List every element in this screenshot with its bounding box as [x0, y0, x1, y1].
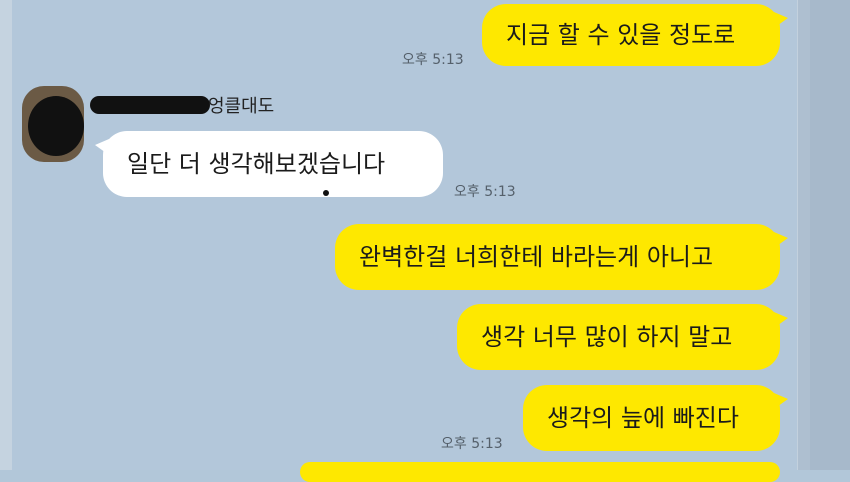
scrollbar[interactable] [797, 0, 810, 470]
message-bubble-mine[interactable]: 완벽한걸 너희한테 바라는게 아니고 [335, 224, 788, 290]
window-edge [0, 0, 12, 470]
message-bubble-mine[interactable]: 생각의 늪에 빠진다 [523, 385, 788, 451]
message-bubble-mine[interactable]: 생각 너무 많이 하지 말고 [457, 304, 788, 370]
sender-name: 엉클대도 [208, 96, 275, 117]
message-bubble-mine[interactable]: 지금 할 수 있을 정도로 [482, 4, 788, 66]
chat-area: 지금 할 수 있을 정도로 오후 5:13 엉클대도 일단 더 생각해보겠습니다… [0, 0, 850, 482]
message-bubble-partial [300, 462, 780, 482]
message-time: 오후 5:13 [402, 52, 464, 68]
message-text: 일단 더 생각해보겠습니다 [127, 150, 386, 178]
name-redaction [90, 96, 210, 114]
message-text: 생각의 늪에 빠진다 [547, 404, 739, 432]
avatar-redaction [28, 96, 84, 156]
avatar[interactable] [22, 86, 84, 162]
message-text: 지금 할 수 있을 정도로 [506, 21, 736, 49]
message-text: 생각 너무 많이 하지 말고 [481, 323, 733, 351]
message-text: 완벽한걸 너희한테 바라는게 아니고 [359, 243, 714, 271]
message-bubble-other[interactable]: 일단 더 생각해보겠습니다 [95, 131, 443, 197]
message-time: 오후 5:13 [454, 184, 516, 200]
stray-mark [323, 190, 329, 196]
message-time: 오후 5:13 [441, 436, 503, 452]
side-panel-edge [810, 0, 850, 470]
